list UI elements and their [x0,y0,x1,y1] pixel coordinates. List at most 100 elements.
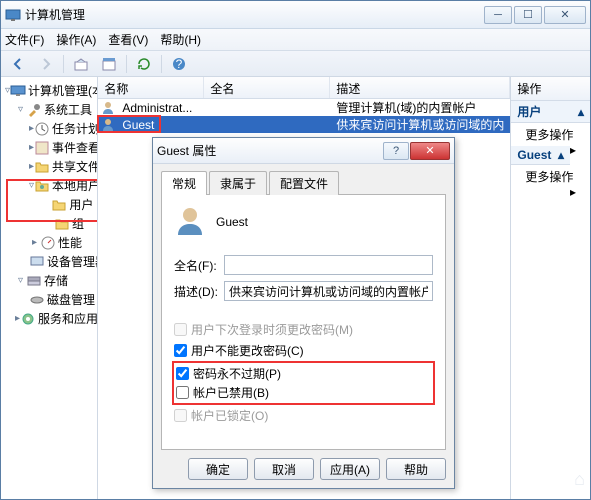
tree-label: 磁盘管理 [47,291,95,308]
checkbox-must-change: 用户下次登录时须更改密码(M) [174,321,433,338]
dialog-help-icon[interactable]: ? [383,142,409,160]
cancel-button[interactable]: 取消 [254,458,314,480]
svg-text:?: ? [176,57,183,71]
tabs: 常规 隶属于 配置文件 [161,170,446,195]
help-button[interactable]: 帮助 [386,458,446,480]
checkbox-input [174,323,187,336]
forward-button[interactable] [35,54,57,74]
checkbox-never-expire[interactable]: 密码永不过期(P) [176,365,431,382]
checkbox-input[interactable] [174,344,187,357]
checkbox-input[interactable] [176,386,189,399]
tab-content: Guest 全名(F): 描述(D): 用户下次登录时须更改密码(M) 用户不能… [161,195,446,450]
tree-shared-folders[interactable]: ▸共享文件夹 [3,157,95,176]
tree-device-manager[interactable]: 设备管理器 [3,252,95,271]
users-icon [34,178,50,194]
dialog-close-button[interactable]: ✕ [410,142,450,160]
col-desc[interactable]: 描述 [330,77,510,98]
toolbar-separator [161,55,162,73]
back-button[interactable] [7,54,29,74]
refresh-button[interactable] [133,54,155,74]
checkbox-input [174,409,187,422]
tree-groups[interactable]: 组 [3,214,95,233]
actions-more-guest[interactable]: 更多操作▸ [511,165,590,188]
tree-root[interactable]: ▿ 计算机管理(本地) [3,81,95,100]
titlebar: 计算机管理 ─ ☐ ✕ [1,1,590,29]
properties-button[interactable] [98,54,120,74]
tree-task-scheduler[interactable]: ▸任务计划程序 [3,119,95,138]
menu-action[interactable]: 操作(A) [56,31,96,48]
menu-view[interactable]: 查看(V) [108,31,148,48]
toolbar-separator [63,55,64,73]
tree-label: 共享文件夹 [52,158,98,175]
folder-icon [34,159,50,175]
dialog-titlebar: Guest 属性 ? ✕ [153,138,454,164]
annotation-highlight: 密码永不过期(P) 帐户已禁用(B) [172,361,435,405]
ok-button[interactable]: 确定 [188,458,248,480]
cell-desc: 供来宾访问计算机或访问域的内 [330,116,510,133]
tree-label: 任务计划程序 [52,120,98,137]
tab-profile[interactable]: 配置文件 [269,171,339,195]
tab-general[interactable]: 常规 [161,171,207,195]
actions-section-guest[interactable]: Guest▴ [511,146,570,165]
tree-storage[interactable]: ▿ 存储 [3,271,95,290]
checkbox-input[interactable] [176,367,189,380]
minimize-button[interactable]: ─ [484,6,512,24]
user-icon [100,100,116,116]
actions-section-users[interactable]: 用户▴ [511,101,590,123]
apply-button[interactable]: 应用(A) [320,458,380,480]
menu-help[interactable]: 帮助(H) [160,31,201,48]
folder-icon [54,216,70,232]
chevron-right-icon: ▸ [570,185,576,199]
tree-label: 事件查看器 [52,139,98,156]
device-icon [29,254,45,270]
storage-icon [26,273,42,289]
actions-panel: 操作 用户▴ 更多操作▸ Guest▴ 更多操作▸ [511,77,590,499]
menubar: 文件(F) 操作(A) 查看(V) 帮助(H) [1,29,590,51]
tree-label: 服务和应用程序 [38,310,98,327]
fullname-label: 全名(F): [174,257,224,274]
checkbox-cannot-change[interactable]: 用户不能更改密码(C) [174,342,433,359]
toolbar-separator [126,55,127,73]
close-button[interactable]: ✕ [544,6,586,24]
tree-event-viewer[interactable]: ▸事件查看器 [3,138,95,157]
collapse-icon[interactable]: ▿ [15,104,26,115]
tree-users[interactable]: 用户 [3,195,95,214]
col-fullname[interactable]: 全名 [204,77,330,98]
computer-icon [10,83,26,99]
tools-icon [26,102,42,118]
properties-dialog: Guest 属性 ? ✕ 常规 隶属于 配置文件 Guest 全名(F): 描述… [152,137,455,489]
fullname-input[interactable] [224,255,433,275]
maximize-button[interactable]: ☐ [514,6,542,24]
clock-icon [34,121,50,137]
up-button[interactable] [70,54,92,74]
tree-local-users-groups[interactable]: ▿本地用户和组 [3,176,95,195]
help-button[interactable]: ? [168,54,190,74]
tree-disk-mgmt[interactable]: 磁盘管理 [3,290,95,309]
description-input[interactable] [224,281,433,301]
tree-label: 用户 [69,196,93,213]
services-icon [20,311,36,327]
tree-services-apps[interactable]: ▸服务和应用程序 [3,309,95,328]
app-icon [5,7,21,23]
list-row-selected[interactable]: Guest 供来宾访问计算机或访问域的内 [98,116,510,133]
col-name[interactable]: 名称 [98,77,204,98]
disk-icon [29,292,45,308]
cell-name: Guest [116,118,204,132]
user-large-icon [174,205,206,235]
tree-label: 存储 [44,272,68,289]
actions-more-users[interactable]: 更多操作▸ [511,123,590,146]
expand-icon[interactable]: ▸ [29,237,40,248]
list-row[interactable]: Administrat... 管理计算机(域)的内置帐户 [98,99,510,116]
tree-system-tools[interactable]: ▿ 系统工具 [3,100,95,119]
menu-file[interactable]: 文件(F) [5,31,44,48]
collapse-icon[interactable]: ▿ [15,275,26,286]
tree-label: 本地用户和组 [52,177,98,194]
actions-title: 操作 [511,77,590,101]
checkbox-disabled[interactable]: 帐户已禁用(B) [176,384,431,401]
tab-memberof[interactable]: 隶属于 [209,171,267,195]
toolbar: ? [1,51,590,77]
tree-label: 设备管理器 [47,253,98,270]
tree-performance[interactable]: ▸性能 [3,233,95,252]
chevron-up-icon: ▴ [558,148,564,162]
dialog-title: Guest 属性 [157,142,382,159]
